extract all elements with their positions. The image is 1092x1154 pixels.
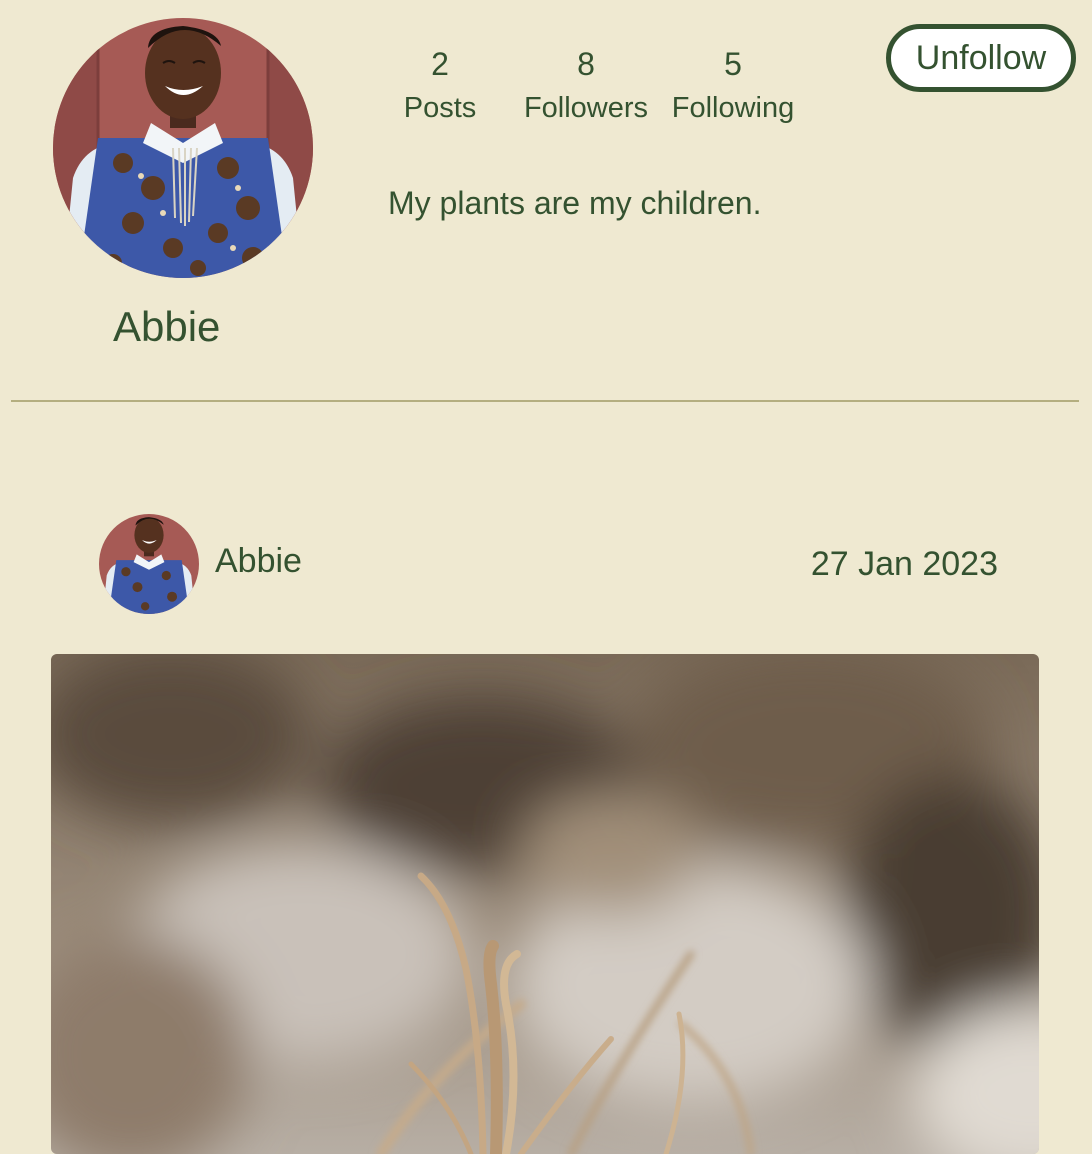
post-author-avatar[interactable] (99, 514, 199, 614)
stat-posts[interactable]: 2 Posts (365, 44, 515, 128)
followers-count: 8 (577, 46, 595, 82)
followers-label: Followers (523, 92, 649, 124)
stat-following[interactable]: 5 Following (658, 44, 808, 128)
unfollow-button[interactable]: Unfollow (886, 24, 1076, 92)
post-image[interactable] (51, 654, 1039, 1154)
profile-bio: My plants are my children. (388, 185, 762, 221)
post-date: 27 Jan 2023 (810, 545, 998, 583)
profile-name: Abbie (113, 303, 221, 350)
post-author-name[interactable]: Abbie (215, 540, 302, 582)
post-card: Abbie 27 Jan 2023 (0, 402, 1092, 1154)
posts-count: 2 (431, 46, 449, 82)
posts-label: Posts (403, 92, 477, 124)
following-label: Following (671, 92, 795, 124)
following-count: 5 (724, 46, 742, 82)
stat-followers[interactable]: 8 Followers (511, 44, 661, 128)
profile-header: Abbie 2 Posts 8 Followers 5 Following My… (0, 0, 1092, 402)
profile-avatar (53, 18, 313, 278)
